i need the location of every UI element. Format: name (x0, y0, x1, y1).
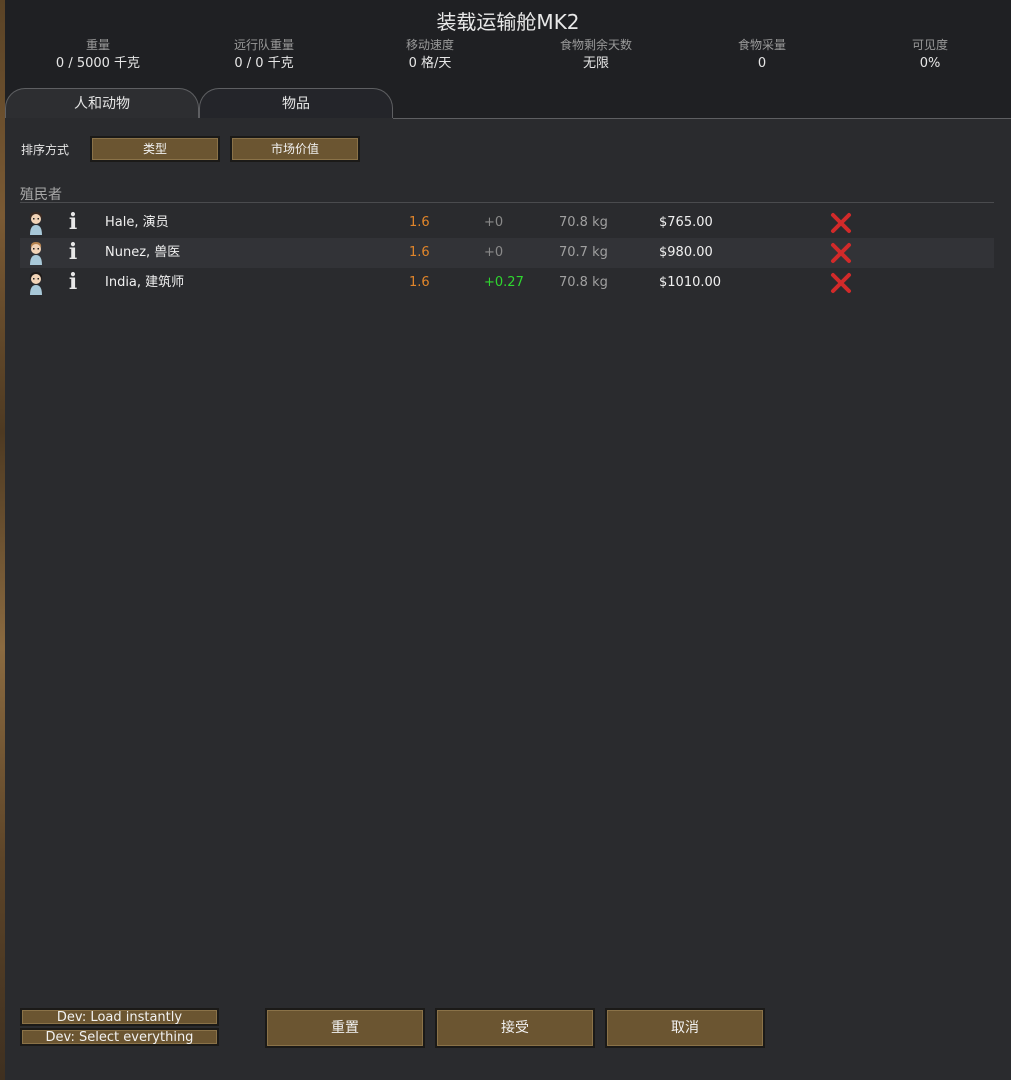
pawn-mass: 70.8 kg (559, 215, 608, 230)
stat-mass: 重量 0 / 5000 千克 (13, 38, 183, 75)
stat-move-speed: 移动速度 0 格/天 (345, 38, 515, 75)
pawn-speed-delta: +0.27 (484, 275, 524, 290)
pawn-name: India, 建筑师 (105, 275, 185, 290)
stat-value: 无限 (582, 56, 609, 71)
stat-value: 0 / 5000 千克 (55, 56, 141, 71)
pawn-speed-delta: +0 (484, 245, 504, 260)
remove-x-icon[interactable] (830, 272, 852, 294)
stat-days-of-food: 食物剩余天数 无限 (511, 38, 681, 75)
stat-label: 食物采量 (737, 38, 786, 52)
load-transporter-dialog: 装载运输舱MK2 重量 0 / 5000 千克 远行队重量 0 / 0 千克 移… (5, 0, 1011, 1080)
table-row[interactable]: i Nunez, 兽医 1.6 +0 70.7 kg $980.00 (20, 238, 994, 268)
pawn-market-value: $1010.00 (659, 275, 722, 290)
pawn-speed: 1.6 (409, 215, 430, 230)
stat-visibility: 可见度 0% (845, 38, 1011, 75)
cancel-button[interactable]: 取消 (605, 1008, 765, 1048)
pawn-mass: 70.7 kg (559, 245, 608, 260)
remove-x-icon[interactable] (830, 242, 852, 264)
dialog-title: 装载运输舱MK2 (436, 10, 580, 34)
pawn-name: Nunez, 兽医 (105, 245, 181, 260)
stat-label: 可见度 (911, 38, 948, 52)
sort-by-market-value-button[interactable]: 市场价值 (230, 136, 360, 162)
pawn-portrait-icon[interactable] (26, 240, 46, 266)
pawn-market-value: $765.00 (659, 215, 713, 230)
sort-by-category-button[interactable]: 类型 (90, 136, 220, 162)
pawn-mass: 70.8 kg (559, 275, 608, 290)
info-icon[interactable]: i (66, 211, 80, 233)
section-title-colonists: 殖民者 (20, 187, 62, 203)
section-divider (20, 202, 994, 203)
pawn-speed: 1.6 (409, 275, 430, 290)
remove-x-icon[interactable] (830, 212, 852, 234)
stat-label: 食物剩余天数 (559, 38, 632, 52)
tab-divider (393, 118, 1011, 119)
pawn-market-value: $980.00 (659, 245, 713, 260)
stat-value: 0 (757, 56, 767, 71)
dev-load-instantly-button[interactable]: Dev: Load instantly (20, 1008, 219, 1026)
tab-items[interactable]: 物品 (199, 88, 393, 118)
reset-button[interactable]: 重置 (265, 1008, 425, 1048)
table-row[interactable]: i India, 建筑师 1.6 +0.27 70.8 kg $1010.00 (20, 268, 994, 298)
stat-label: 重量 (85, 38, 110, 52)
stat-foraging: 食物采量 0 (677, 38, 847, 75)
stat-label: 远行队重量 (233, 38, 294, 52)
dev-select-everything-button[interactable]: Dev: Select everything (20, 1028, 219, 1046)
sort-label: 排序方式 (21, 143, 70, 157)
stat-value: 0 格/天 (408, 56, 452, 71)
accept-button[interactable]: 接受 (435, 1008, 595, 1048)
table-row[interactable]: i Hale, 演员 1.6 +0 70.8 kg $765.00 (20, 208, 994, 238)
tab-pawns[interactable]: 人和动物 (5, 88, 199, 118)
pawn-name: Hale, 演员 (105, 215, 169, 230)
stat-value: 0 / 0 千克 (234, 56, 294, 71)
pawn-portrait-icon[interactable] (26, 210, 46, 236)
pawn-speed: 1.6 (409, 245, 430, 260)
stat-value: 0% (919, 56, 941, 71)
pawn-portrait-icon[interactable] (26, 270, 46, 296)
stat-caravan-mass: 远行队重量 0 / 0 千克 (179, 38, 349, 75)
info-icon[interactable]: i (66, 241, 80, 263)
stat-label: 移动速度 (405, 38, 454, 52)
pawn-speed-delta: +0 (484, 215, 504, 230)
info-icon[interactable]: i (66, 271, 80, 293)
